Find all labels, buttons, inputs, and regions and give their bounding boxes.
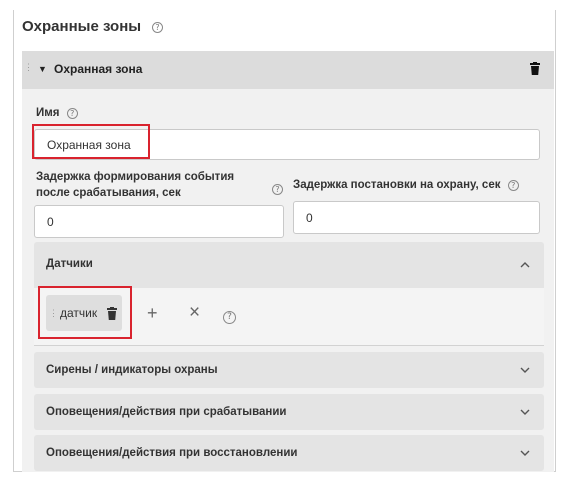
restore-actions-section-header[interactable]: Оповещения/действия при восстановлении bbox=[34, 435, 544, 471]
zone-header[interactable]: ⋮ ▼ Охранная зона bbox=[22, 51, 554, 89]
chevron-down-icon[interactable] bbox=[520, 409, 530, 416]
help-icon[interactable]: ? bbox=[223, 311, 236, 324]
zone-title: Охранная зона bbox=[54, 62, 143, 76]
delay-arm-label: Задержка постановки на охрану, сек ? bbox=[293, 177, 519, 193]
clear-icon[interactable]: × bbox=[189, 302, 200, 324]
page-title: Охранные зоны bbox=[22, 18, 142, 35]
sensors-section-header[interactable]: Датчики bbox=[34, 242, 544, 288]
section-title: Оповещения/действия при восстановлении bbox=[46, 447, 298, 459]
highlight-box bbox=[38, 286, 132, 339]
caret-down-icon[interactable]: ▼ bbox=[38, 64, 47, 74]
help-icon[interactable]: ? bbox=[152, 22, 163, 33]
name-label: Имя ? bbox=[36, 105, 78, 121]
sirens-section-header[interactable]: Сирены / индикаторы охраны bbox=[34, 352, 544, 388]
delay-event-label: Задержка формирования события после сраб… bbox=[36, 171, 235, 199]
highlight-box bbox=[32, 124, 150, 159]
delay-arm-input[interactable]: 0 bbox=[293, 201, 540, 234]
drag-handle-icon[interactable]: ⋮ bbox=[24, 63, 33, 72]
help-icon[interactable]: ? bbox=[66, 108, 78, 119]
delay-event-input[interactable]: 0 bbox=[34, 205, 284, 238]
add-icon[interactable]: + bbox=[147, 303, 158, 324]
alarm-actions-section-header[interactable]: Оповещения/действия при срабатывании bbox=[34, 394, 544, 430]
chevron-down-icon[interactable] bbox=[520, 367, 530, 374]
security-zone-card: ⋮ ▼ Охранная зона Имя ? Охранная зона За… bbox=[22, 51, 554, 472]
section-title: Оповещения/действия при срабатывании bbox=[46, 406, 287, 418]
sensors-section-title: Датчики bbox=[46, 258, 93, 270]
chevron-up-icon[interactable] bbox=[520, 261, 530, 268]
help-icon[interactable]: ? bbox=[507, 180, 519, 191]
trash-icon[interactable] bbox=[530, 62, 540, 75]
help-icon[interactable]: ? bbox=[272, 184, 283, 195]
sensors-list: ⋮ датчик + × ? bbox=[34, 286, 544, 346]
chevron-down-icon[interactable] bbox=[520, 450, 530, 457]
section-title: Сирены / индикаторы охраны bbox=[46, 364, 218, 376]
